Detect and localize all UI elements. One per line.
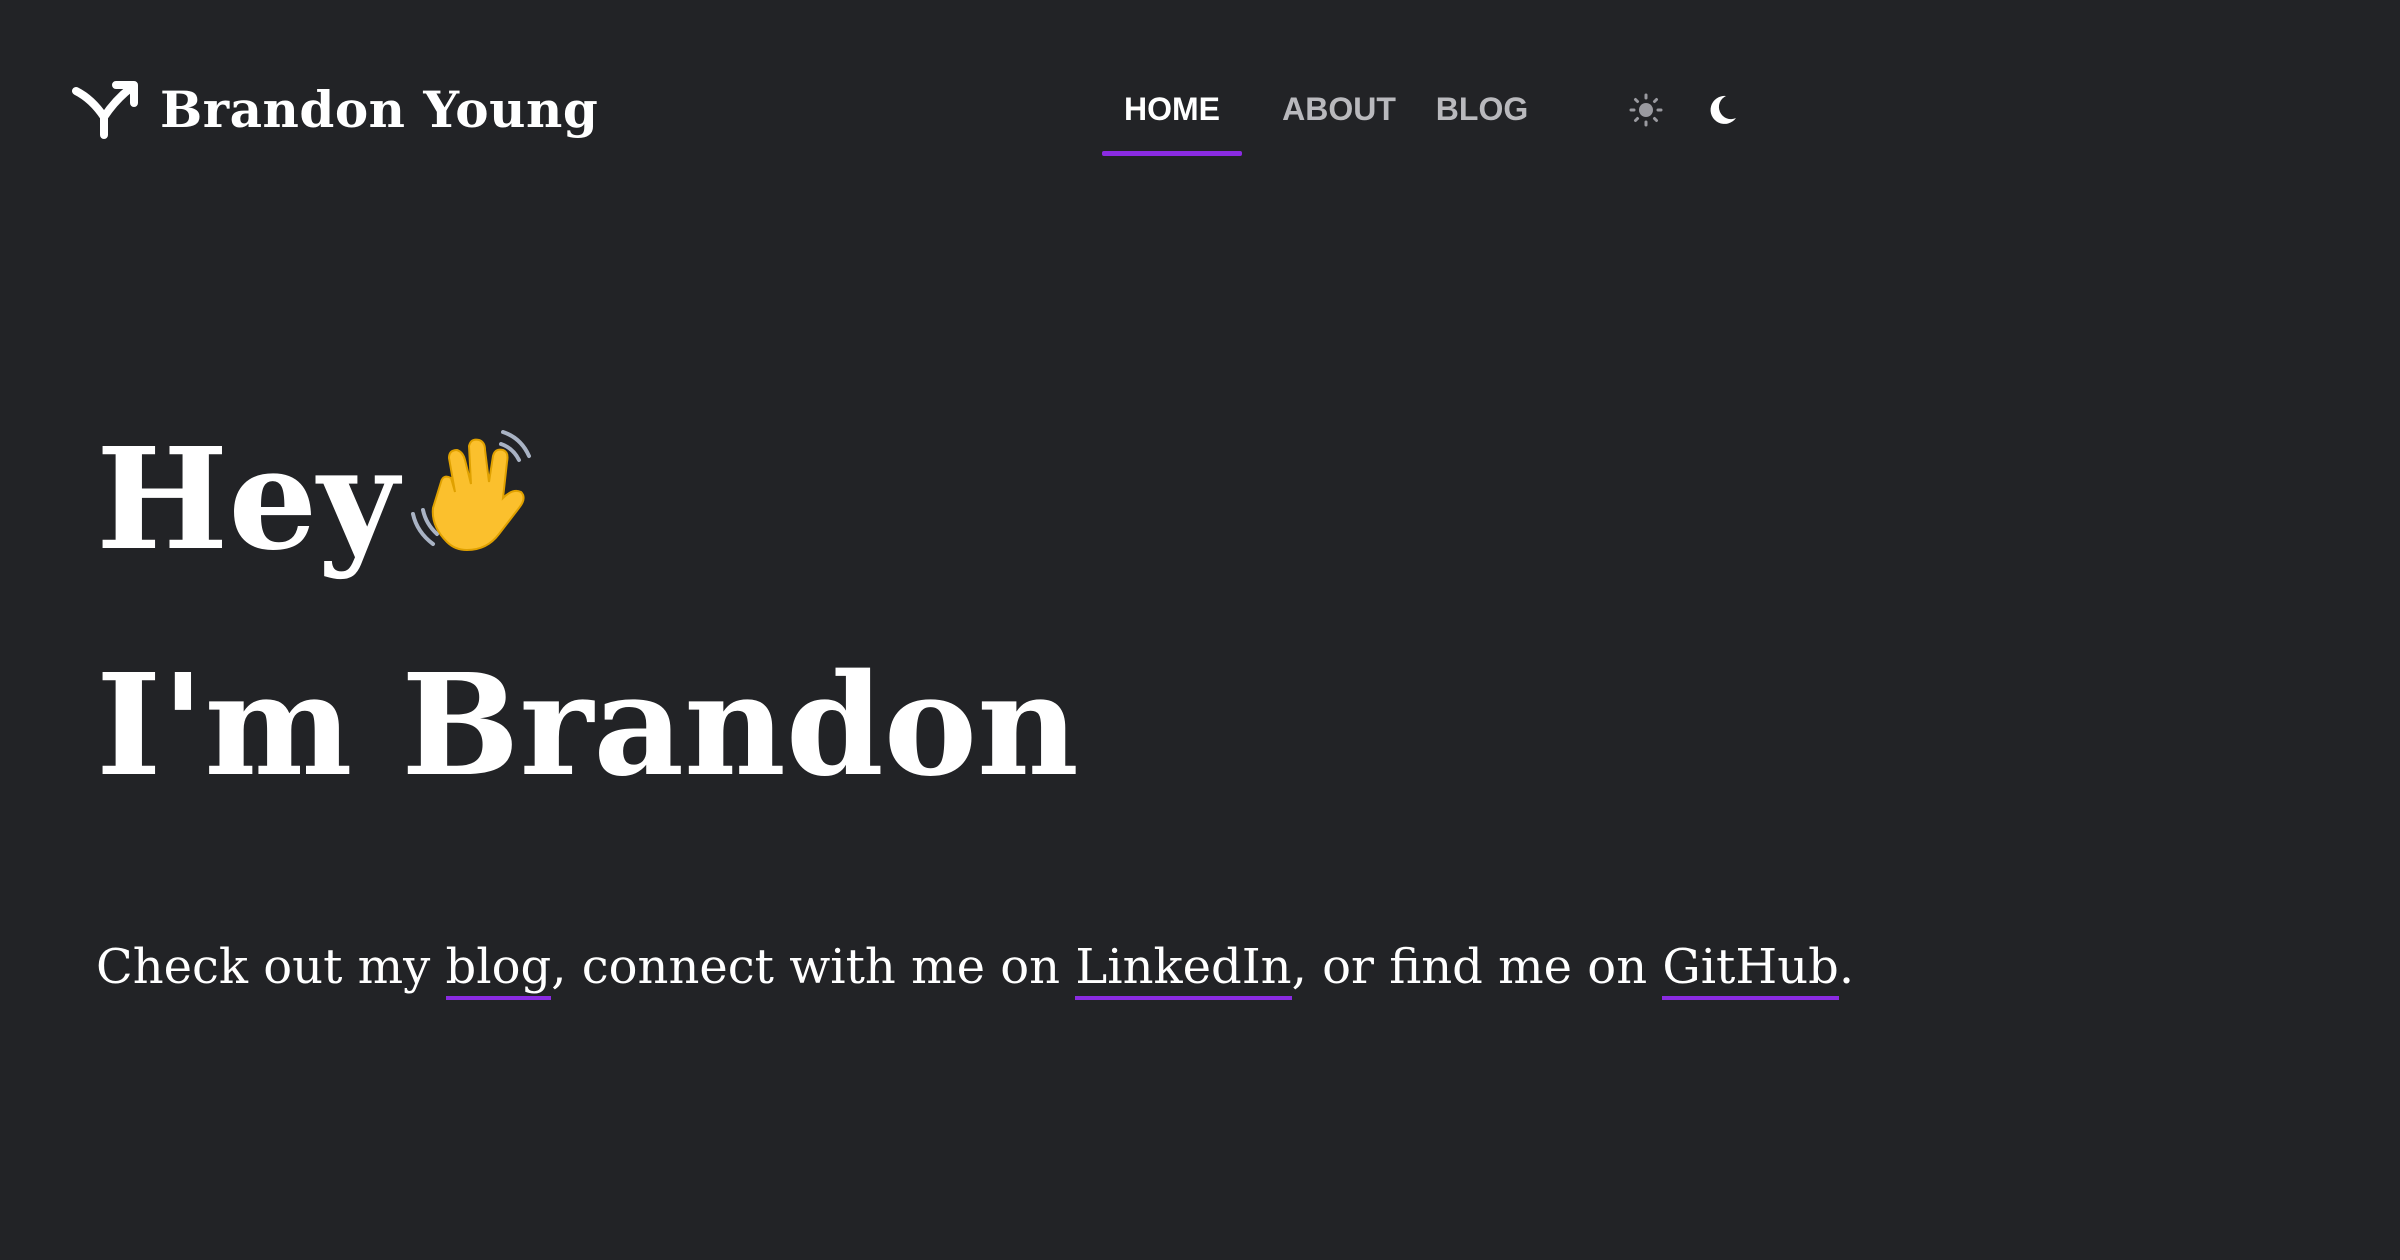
tagline: Check out my blog, connect with me on Li… [96, 932, 1854, 1002]
tagline-text-2: , connect with me on [551, 939, 1076, 995]
tagline-text-1: Check out my [96, 939, 446, 995]
moon-icon [1704, 92, 1740, 128]
site-name: Brandon Young [160, 79, 599, 139]
nav-home[interactable]: HOME [1102, 74, 1242, 156]
waving-hand-icon [403, 422, 543, 562]
blog-link[interactable]: blog [445, 939, 552, 1000]
dark-theme-button[interactable] [1700, 88, 1744, 132]
tagline-text-4: . [1838, 939, 1855, 995]
linkedin-link[interactable]: LinkedIn [1075, 939, 1292, 1000]
hero-intro: I'm Brandon [96, 644, 1079, 808]
tagline-text-3: , or find me on [1291, 939, 1663, 995]
branch-arrow-icon [70, 77, 146, 141]
light-theme-button[interactable] [1624, 88, 1668, 132]
greeting-text: Hey [96, 418, 399, 582]
hero-greeting: Hey [96, 420, 543, 580]
nav-blog[interactable]: BLOG [1434, 74, 1530, 154]
sun-icon [1629, 93, 1663, 127]
site-header: Brandon Young HOME ABOUT BLOG [0, 0, 2400, 160]
nav-about[interactable]: ABOUT [1277, 74, 1401, 154]
home-logo-link[interactable]: Brandon Young [70, 74, 598, 144]
github-link[interactable]: GitHub [1662, 939, 1839, 1000]
